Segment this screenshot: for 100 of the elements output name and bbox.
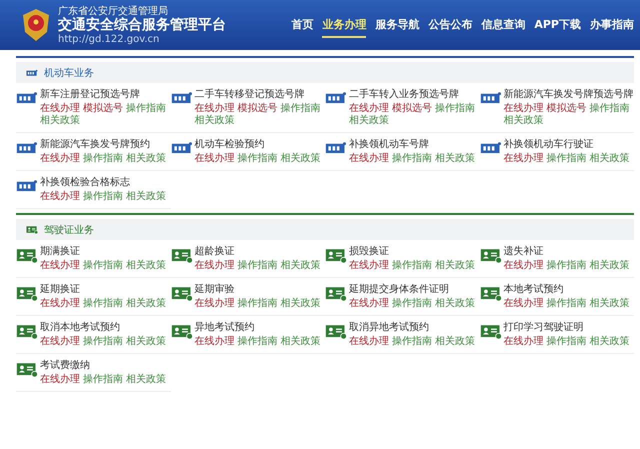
- service-title[interactable]: 新车注册登记预选号牌: [40, 89, 170, 101]
- service-title[interactable]: 二手车转移登记预选号牌: [194, 89, 325, 101]
- service-link[interactable]: 操作指南: [238, 336, 278, 348]
- service-link[interactable]: 在线办理: [194, 103, 234, 115]
- service-title[interactable]: 新能源汽车换发号牌预约: [40, 139, 166, 151]
- nav-tab[interactable]: 首页: [291, 12, 314, 38]
- service-link[interactable]: 操作指南: [546, 298, 586, 310]
- service-link[interactable]: 操作指南: [590, 103, 630, 115]
- service-link[interactable]: 在线办理: [40, 103, 80, 115]
- service-link[interactable]: 相关政策: [126, 336, 166, 348]
- service-link[interactable]: 在线办理: [349, 103, 389, 115]
- service-link[interactable]: 操作指南: [83, 298, 123, 310]
- service-title[interactable]: 延期换证: [40, 284, 166, 296]
- service-link[interactable]: 在线办理: [40, 298, 80, 310]
- service-link[interactable]: 相关政策: [126, 153, 166, 165]
- service-link[interactable]: 在线办理: [504, 336, 544, 348]
- service-link[interactable]: 在线办理: [40, 374, 80, 386]
- service-link[interactable]: 操作指南: [392, 260, 432, 272]
- service-link[interactable]: 操作指南: [392, 298, 432, 310]
- service-link[interactable]: 在线办理: [40, 336, 80, 348]
- service-link[interactable]: 模拟选号: [546, 103, 586, 115]
- service-link[interactable]: 相关政策: [590, 260, 630, 272]
- service-link[interactable]: 相关政策: [504, 115, 544, 127]
- service-link[interactable]: 相关政策: [280, 153, 320, 165]
- service-link[interactable]: 模拟选号: [83, 103, 123, 115]
- service-link[interactable]: 操作指南: [83, 336, 123, 348]
- service-link[interactable]: 在线办理: [504, 153, 544, 165]
- nav-tab[interactable]: 办事指南: [590, 12, 634, 38]
- service-link[interactable]: 相关政策: [126, 374, 166, 386]
- service-link[interactable]: 操作指南: [83, 191, 123, 203]
- service-link[interactable]: 相关政策: [40, 115, 80, 127]
- service-link[interactable]: 在线办理: [40, 153, 80, 165]
- service-link[interactable]: 在线办理: [40, 191, 80, 203]
- service-title[interactable]: 延期审验: [194, 284, 320, 296]
- service-link[interactable]: 操作指南: [83, 374, 123, 386]
- service-link[interactable]: 模拟选号: [392, 103, 432, 115]
- service-link[interactable]: 相关政策: [435, 336, 475, 348]
- nav-tab[interactable]: 服务导航: [375, 12, 420, 38]
- service-link[interactable]: 操作指南: [392, 153, 432, 165]
- service-link[interactable]: 相关政策: [280, 298, 320, 310]
- service-link[interactable]: 相关政策: [435, 298, 475, 310]
- service-link[interactable]: 操作指南: [83, 153, 123, 165]
- service-link[interactable]: 操作指南: [126, 103, 166, 115]
- service-link[interactable]: 操作指南: [392, 336, 432, 348]
- service-link[interactable]: 在线办理: [40, 260, 80, 272]
- nav-tab[interactable]: APP下载: [534, 12, 581, 38]
- service-title[interactable]: 遗失补证: [504, 246, 630, 258]
- service-link[interactable]: 操作指南: [546, 260, 586, 272]
- service-link[interactable]: 操作指南: [435, 103, 475, 115]
- service-link[interactable]: 相关政策: [126, 191, 166, 203]
- service-title[interactable]: 期满换证: [40, 246, 166, 258]
- service-link[interactable]: 相关政策: [280, 336, 320, 348]
- service-link[interactable]: 相关政策: [349, 115, 389, 127]
- service-link[interactable]: 相关政策: [435, 260, 475, 272]
- service-link[interactable]: 操作指南: [546, 336, 586, 348]
- service-title[interactable]: 损毁换证: [349, 246, 475, 258]
- service-title[interactable]: 取消本地考试预约: [40, 322, 166, 334]
- service-link[interactable]: 在线办理: [349, 298, 389, 310]
- service-link[interactable]: 在线办理: [504, 298, 544, 310]
- service-title[interactable]: 本地考试预约: [504, 284, 630, 296]
- service-link[interactable]: 在线办理: [194, 298, 234, 310]
- service-link[interactable]: 相关政策: [194, 115, 234, 127]
- service-link[interactable]: 相关政策: [590, 153, 630, 165]
- service-title[interactable]: 超龄换证: [194, 246, 320, 258]
- service-link[interactable]: 在线办理: [504, 260, 544, 272]
- service-title[interactable]: 取消异地考试预约: [349, 322, 475, 334]
- service-link[interactable]: 相关政策: [280, 260, 320, 272]
- service-link[interactable]: 模拟选号: [238, 103, 278, 115]
- service-link[interactable]: 在线办理: [194, 336, 234, 348]
- service-link[interactable]: 操作指南: [238, 298, 278, 310]
- nav-tab[interactable]: 公告公布: [428, 12, 472, 38]
- nav-tab[interactable]: 信息查询: [481, 12, 526, 38]
- service-link[interactable]: 相关政策: [435, 153, 475, 165]
- service-link[interactable]: 相关政策: [126, 298, 166, 310]
- service-title[interactable]: 二手车转入业务预选号牌: [349, 89, 480, 101]
- service-link[interactable]: 相关政策: [590, 298, 630, 310]
- nav-tab[interactable]: 业务办理: [322, 12, 366, 38]
- service-title[interactable]: 异地考试预约: [194, 322, 320, 334]
- service-link[interactable]: 操作指南: [546, 153, 586, 165]
- service-link[interactable]: 操作指南: [83, 260, 123, 272]
- service-link[interactable]: 相关政策: [590, 336, 630, 348]
- service-title[interactable]: 补换领检验合格标志: [40, 177, 166, 189]
- service-link[interactable]: 在线办理: [349, 336, 389, 348]
- service-link[interactable]: 操作指南: [280, 103, 320, 115]
- plate-icon: [16, 179, 38, 193]
- service-title[interactable]: 新能源汽车换发号牌预选号牌: [504, 89, 634, 101]
- service-title[interactable]: 机动车检验预约: [194, 139, 320, 151]
- service-title[interactable]: 延期提交身体条件证明: [349, 284, 475, 296]
- service-link[interactable]: 在线办理: [194, 153, 234, 165]
- service-title[interactable]: 补换领机动车号牌: [349, 139, 475, 151]
- service-link[interactable]: 操作指南: [238, 260, 278, 272]
- service-link[interactable]: 在线办理: [349, 153, 389, 165]
- service-title[interactable]: 打印学习驾驶证明: [504, 322, 630, 334]
- service-link[interactable]: 在线办理: [349, 260, 389, 272]
- service-link[interactable]: 操作指南: [238, 153, 278, 165]
- service-link[interactable]: 相关政策: [126, 260, 166, 272]
- service-title[interactable]: 考试费缴纳: [40, 360, 166, 372]
- service-link[interactable]: 在线办理: [504, 103, 544, 115]
- service-link[interactable]: 在线办理: [194, 260, 234, 272]
- service-title[interactable]: 补换领机动车行驶证: [504, 139, 630, 151]
